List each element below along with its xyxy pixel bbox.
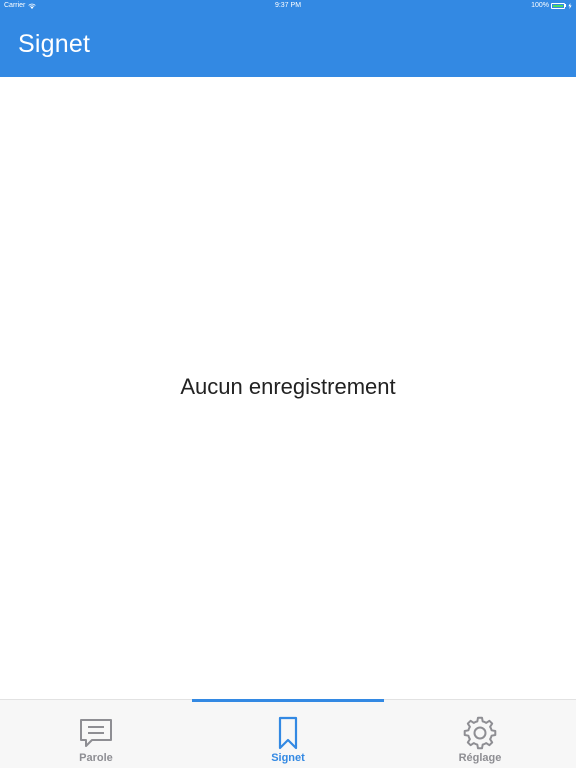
navigation-bar: Signet xyxy=(0,11,576,77)
status-time: 9:37 PM xyxy=(274,2,302,9)
message-icon xyxy=(79,716,113,750)
empty-state-message: Aucun enregistrement xyxy=(180,374,396,399)
bookmark-list: Aucun enregistrement xyxy=(0,77,576,699)
tab-parole[interactable]: Parole xyxy=(0,700,192,768)
status-bar: Carrier 9:37 PM 100% xyxy=(0,0,576,11)
battery-percent: 100% xyxy=(531,2,549,9)
tab-reglage[interactable]: Réglage xyxy=(384,700,576,768)
tab-parole-label: Parole xyxy=(79,752,113,764)
tab-bar: Parole Signet Réglage xyxy=(0,699,576,768)
tab-signet-label: Signet xyxy=(271,752,305,764)
tab-reglage-label: Réglage xyxy=(458,752,502,764)
charging-icon xyxy=(568,2,572,9)
bookmark-icon xyxy=(278,716,298,750)
status-right: 100% xyxy=(531,0,572,11)
gear-icon xyxy=(463,716,497,750)
tab-signet[interactable]: Signet xyxy=(192,700,384,768)
battery-icon xyxy=(551,2,566,9)
page-title: Signet xyxy=(18,30,91,58)
